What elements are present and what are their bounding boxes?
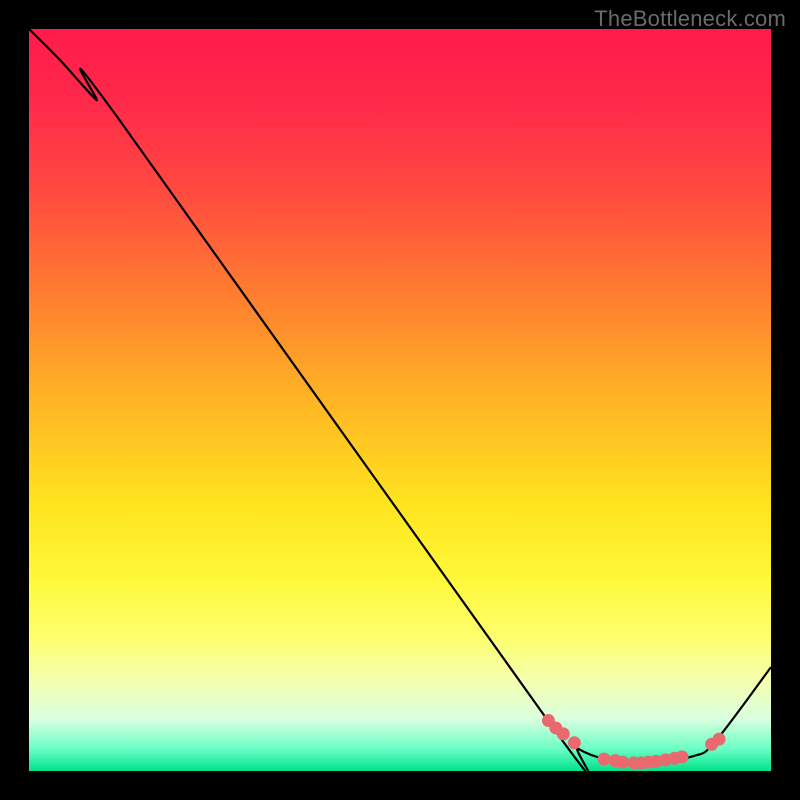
highlight-dots <box>542 714 726 769</box>
highlight-dot <box>598 753 611 766</box>
bottleneck-curve <box>29 29 771 771</box>
highlight-dot <box>557 727 570 740</box>
highlight-dot <box>675 750 688 763</box>
highlight-dot <box>713 733 726 746</box>
chart-frame: TheBottleneck.com <box>0 0 800 800</box>
highlight-dot <box>568 736 581 749</box>
curve-path <box>29 29 771 778</box>
highlight-dot <box>616 756 629 769</box>
